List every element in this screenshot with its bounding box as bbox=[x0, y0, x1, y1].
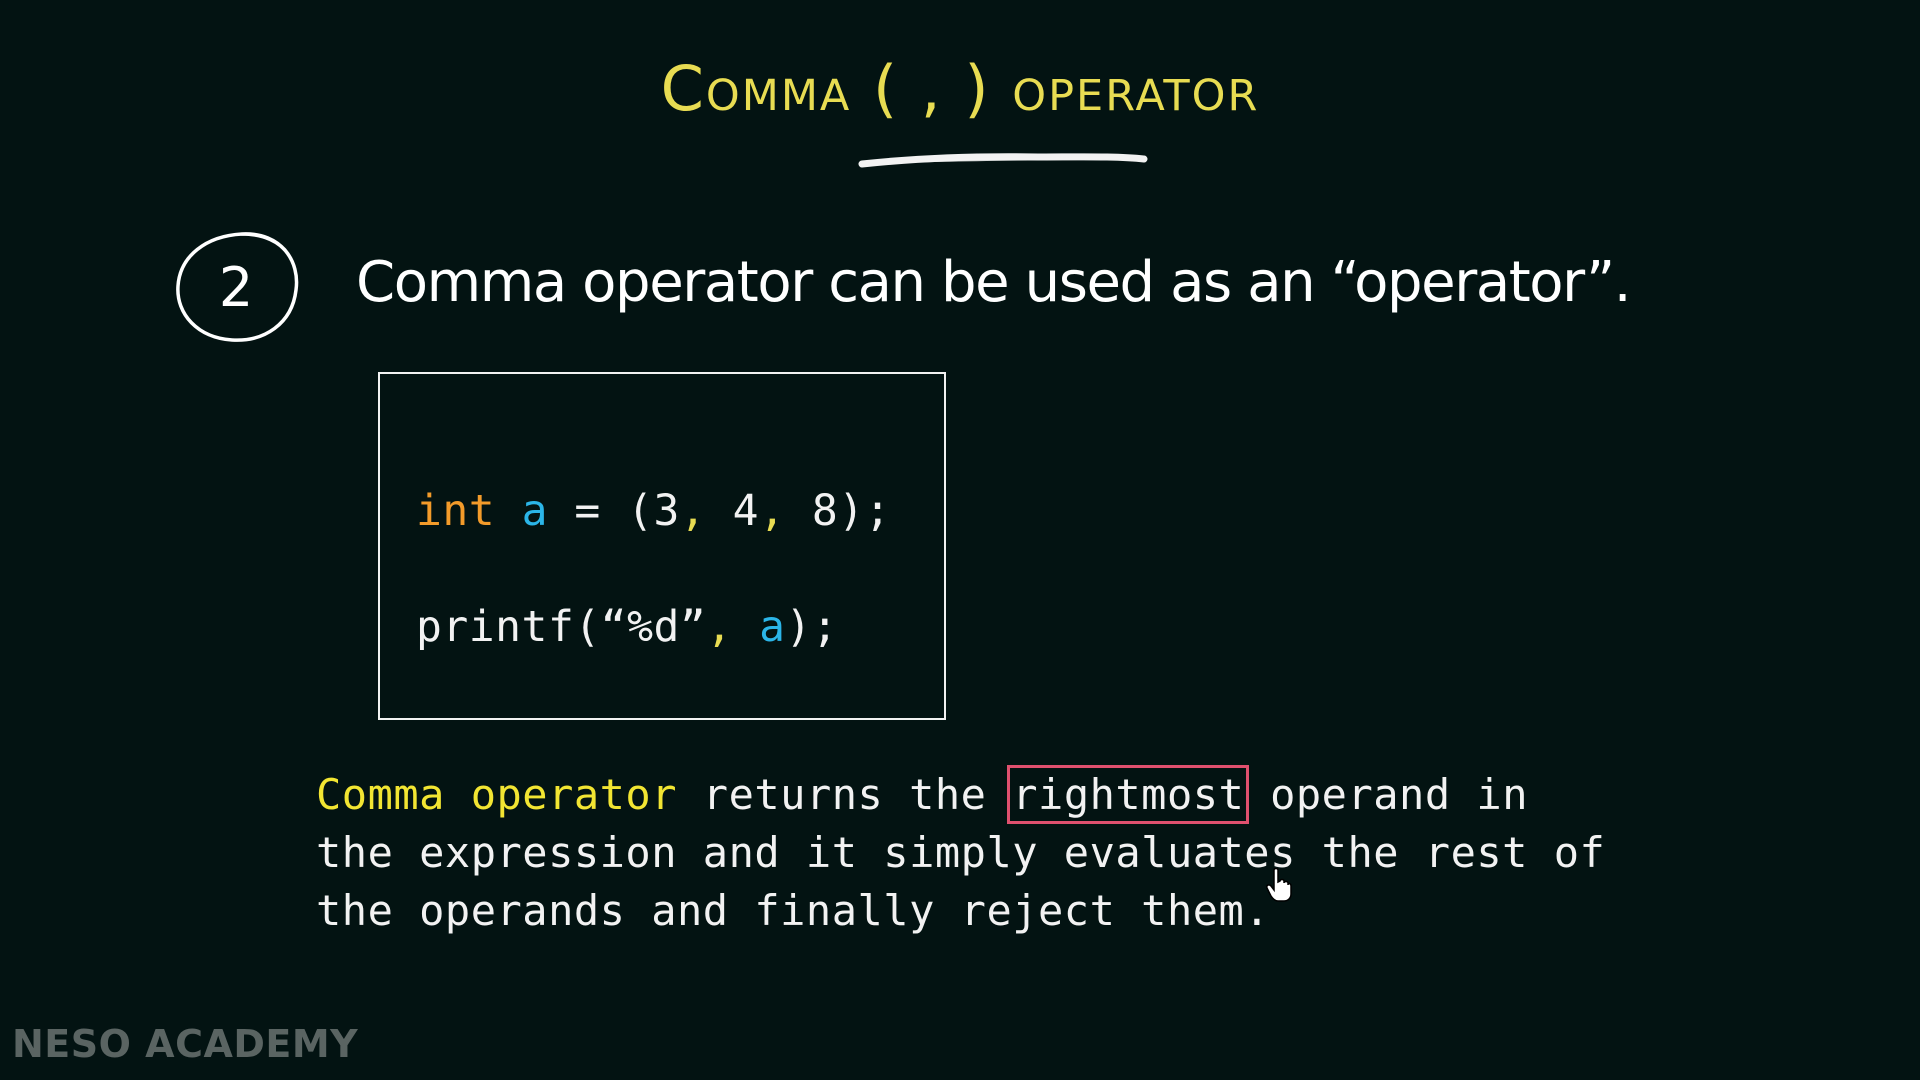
description-line-2: the expression and it simply evaluates t… bbox=[316, 828, 1606, 877]
code-line-printf: printf(“%d”, a); bbox=[416, 602, 838, 652]
code-text: ); bbox=[785, 602, 839, 652]
description-boxed-word: rightmost bbox=[1007, 765, 1250, 824]
title-underline bbox=[858, 153, 1148, 168]
description-line-3: the operands and finally reject them. bbox=[316, 886, 1271, 935]
brand-logo-text: NESO ACADEMY bbox=[12, 1022, 359, 1066]
step-number: 2 bbox=[218, 256, 254, 319]
description-text: Comma operator returns the rightmost ope… bbox=[316, 765, 1606, 940]
description-part: operand in bbox=[1244, 770, 1528, 819]
code-text: 8); bbox=[785, 486, 892, 536]
code-variable-a: a bbox=[521, 486, 548, 536]
code-variable-a: a bbox=[759, 602, 786, 652]
slide: Comma ( , ) operator 2 Comma operator ca… bbox=[0, 0, 1920, 1080]
code-line-declaration: int a = (3, 4, 8); bbox=[416, 486, 891, 536]
code-keyword-int: int bbox=[416, 486, 496, 536]
code-box: int a = (3, 4, 8); printf(“%d”, a); bbox=[378, 372, 946, 720]
code-text: = (3 bbox=[547, 486, 680, 536]
slide-heading: Comma operator can be used as an “operat… bbox=[356, 250, 1632, 315]
hand-cursor-icon bbox=[1266, 868, 1292, 902]
slide-title: Comma ( , ) operator bbox=[660, 52, 1260, 125]
code-comma: , bbox=[759, 486, 786, 536]
code-comma: , bbox=[679, 486, 707, 536]
description-part: returns the bbox=[677, 770, 1013, 819]
code-text: 4 bbox=[706, 486, 760, 536]
code-comma: , bbox=[706, 602, 733, 652]
code-text: printf(“%d” bbox=[416, 602, 707, 652]
description-highlight: Comma operator bbox=[316, 770, 678, 819]
